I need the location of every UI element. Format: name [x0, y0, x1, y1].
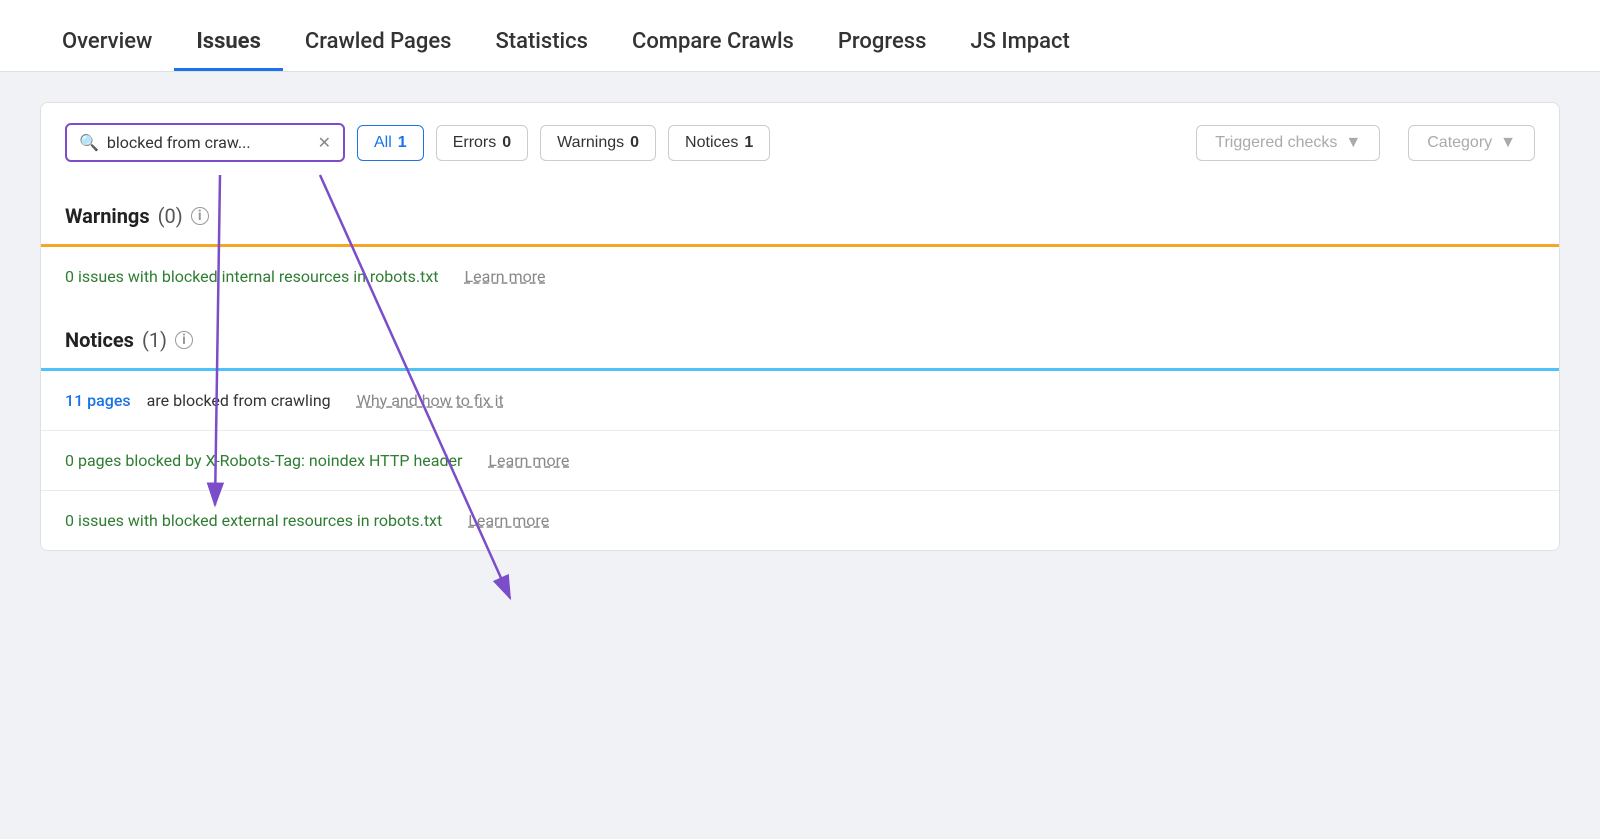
category-dropdown[interactable]: Category ▼: [1408, 125, 1535, 161]
notice-2-learn-more-link[interactable]: Learn more: [488, 451, 569, 470]
filter-errors-button[interactable]: Errors 0: [436, 125, 528, 161]
filter-notices-button[interactable]: Notices 1: [668, 125, 770, 161]
filter-notices-count: 1: [744, 134, 753, 152]
chevron-down-icon: ▼: [1345, 134, 1361, 152]
nav-item-progress[interactable]: Progress: [816, 29, 949, 71]
notice-row-2: 0 pages blocked by X-Robots-Tag: noindex…: [41, 430, 1559, 490]
filter-all-count: 1: [398, 134, 407, 152]
filter-warnings-button[interactable]: Warnings 0: [540, 125, 656, 161]
notice-1-text: are blocked from crawling: [147, 391, 331, 410]
search-icon: 🔍: [79, 133, 99, 152]
triggered-checks-label: Triggered checks: [1215, 134, 1337, 152]
notice-3-text: 0 issues with blocked external resources…: [65, 511, 442, 530]
notices-label: Notices: [65, 328, 134, 352]
filter-warnings-count: 0: [630, 134, 639, 152]
triggered-checks-dropdown[interactable]: Triggered checks ▼: [1196, 125, 1380, 161]
filter-notices-label: Notices: [685, 134, 738, 152]
warnings-info-icon[interactable]: i: [191, 207, 209, 225]
notice-1-link[interactable]: 11 pages: [65, 391, 131, 410]
filter-all-button[interactable]: All 1: [357, 125, 424, 161]
nav-item-compare-crawls[interactable]: Compare Crawls: [610, 29, 816, 71]
notices-info-icon[interactable]: i: [175, 331, 193, 349]
filter-errors-count: 0: [502, 134, 511, 152]
notice-1-why-fix-link[interactable]: Why and how to fix it: [357, 391, 504, 410]
search-clear-icon[interactable]: ✕: [318, 133, 331, 152]
category-label: Category: [1427, 134, 1492, 152]
search-box[interactable]: 🔍 blocked from craw... ✕: [65, 123, 345, 162]
warning-issue-text: 0 issues with blocked internal resources…: [65, 267, 439, 286]
nav-item-overview[interactable]: Overview: [40, 29, 174, 71]
main-content: 🔍 blocked from craw... ✕ All 1 Errors 0 …: [0, 72, 1600, 839]
warnings-section-header: Warnings (0) i: [41, 182, 1559, 244]
warning-issue-row: 0 issues with blocked internal resources…: [41, 244, 1559, 306]
notices-title: Notices (1) i: [65, 328, 1535, 352]
filter-warnings-label: Warnings: [557, 134, 624, 152]
nav-item-statistics[interactable]: Statistics: [473, 29, 610, 71]
notice-row-1: 11 pages are blocked from crawling Why a…: [41, 368, 1559, 430]
nav-item-js-impact[interactable]: JS Impact: [948, 29, 1091, 71]
filter-errors-label: Errors: [453, 134, 497, 152]
nav-item-crawled-pages[interactable]: Crawled Pages: [283, 29, 474, 71]
notice-row-3: 0 issues with blocked external resources…: [41, 490, 1559, 550]
search-value: blocked from craw...: [107, 133, 310, 152]
nav-item-issues[interactable]: Issues: [174, 29, 283, 71]
filter-all-label: All: [374, 134, 392, 152]
warnings-count: (0): [158, 204, 183, 228]
notice-3-learn-more-link[interactable]: Learn more: [468, 511, 549, 530]
filter-bar: 🔍 blocked from craw... ✕ All 1 Errors 0 …: [41, 103, 1559, 182]
warning-learn-more-link[interactable]: Learn more: [465, 267, 546, 286]
warnings-title: Warnings (0) i: [65, 204, 1535, 228]
nav-bar: Overview Issues Crawled Pages Statistics…: [0, 0, 1600, 72]
issues-panel: 🔍 blocked from craw... ✕ All 1 Errors 0 …: [40, 102, 1560, 551]
warnings-label: Warnings: [65, 204, 150, 228]
chevron-down-icon-2: ▼: [1500, 134, 1516, 152]
notice-2-text: 0 pages blocked by X-Robots-Tag: noindex…: [65, 451, 462, 470]
notices-count: (1): [142, 328, 167, 352]
notices-section-header: Notices (1) i: [41, 306, 1559, 368]
